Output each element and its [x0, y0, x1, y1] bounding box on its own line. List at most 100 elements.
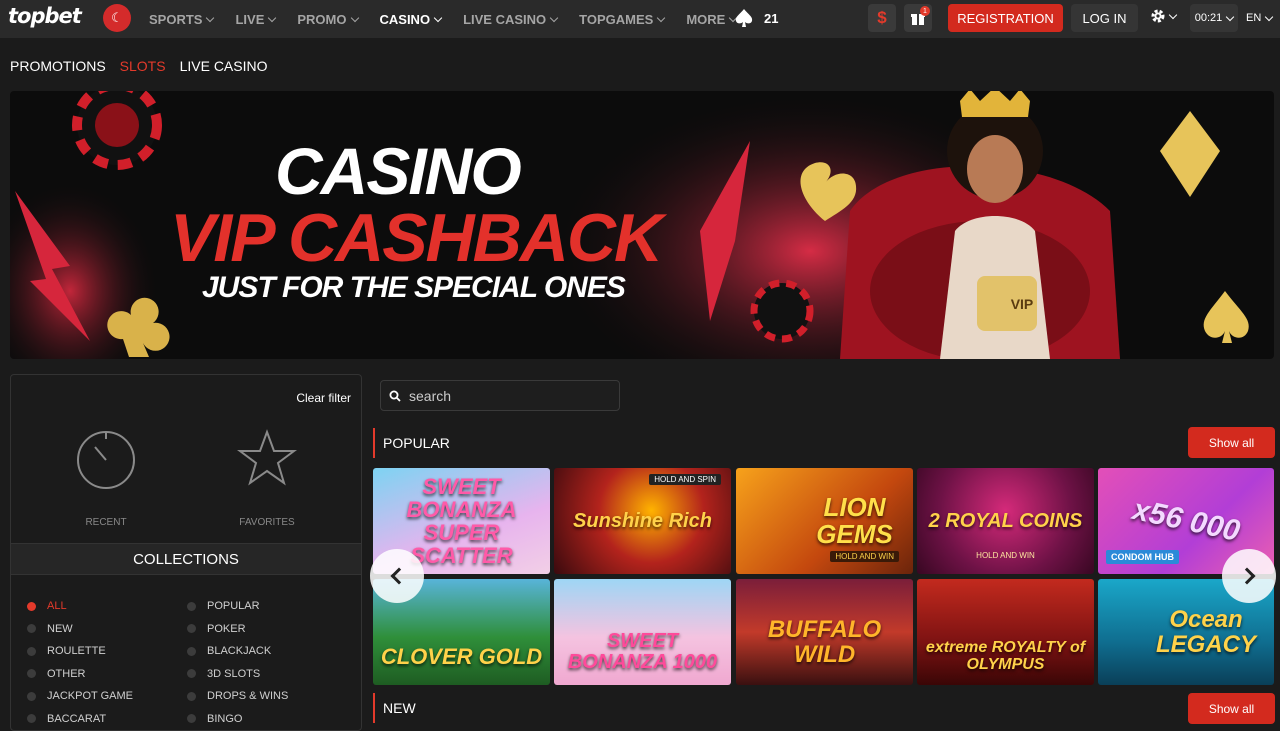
- login-button[interactable]: LOG IN: [1071, 4, 1138, 32]
- show-all-popular-button[interactable]: Show all: [1188, 427, 1275, 458]
- diamond-icon: [1160, 111, 1220, 197]
- chevron-down-icon: [1226, 12, 1235, 21]
- search-input[interactable]: search: [380, 380, 620, 411]
- collection-roulette[interactable]: ROULETTE: [27, 640, 133, 663]
- collection-label: NEW: [47, 622, 73, 635]
- subnav-live-casino[interactable]: LIVE CASINO: [180, 58, 268, 74]
- settings-menu[interactable]: [1150, 8, 1178, 24]
- chevron-left-icon: [390, 567, 408, 585]
- collection-poker[interactable]: POKER: [187, 618, 288, 641]
- gift-count-badge: 1: [920, 6, 930, 16]
- nav-sports[interactable]: SPORTS: [149, 12, 215, 27]
- subnav-promotions[interactable]: PROMOTIONS: [10, 58, 106, 74]
- collection-popular[interactable]: POPULAR: [187, 595, 288, 618]
- clock[interactable]: 00:21: [1190, 4, 1238, 32]
- collection-all[interactable]: ALL: [27, 595, 133, 618]
- language-selector[interactable]: EN: [1246, 4, 1274, 32]
- collections-heading: COLLECTIONS: [11, 543, 361, 575]
- radio-dot: [187, 601, 196, 611]
- game-tile[interactable]: extreme ROYALTY of OLYMPUS: [917, 579, 1094, 685]
- collection-other[interactable]: OTHER: [27, 663, 133, 686]
- nav-promo[interactable]: PROMO: [297, 11, 359, 27]
- recent-button[interactable]: [75, 429, 137, 496]
- collection-baccarat[interactable]: BACCARAT: [27, 708, 133, 731]
- radio-dot: [27, 669, 36, 679]
- collection-drops-wins[interactable]: DROPS & WINS: [187, 685, 288, 708]
- chevron-right-icon: [1238, 567, 1256, 585]
- game-title: x56 000: [1129, 493, 1243, 549]
- search-icon: [389, 390, 401, 402]
- promo-banner[interactable]: VIP CASINO VIP CASHBACK JUST FOR THE SPE…: [10, 91, 1274, 359]
- game-tile[interactable]: SWEET BONANZA 1000: [554, 579, 731, 685]
- collection-bingo[interactable]: BINGO: [187, 708, 288, 731]
- recent-label: RECENT: [85, 517, 127, 528]
- game-tile[interactable]: 2 ROYAL COINS HOLD AND WIN: [917, 468, 1094, 574]
- collection-new[interactable]: NEW: [27, 618, 133, 641]
- game-tile[interactable]: BUFFALO WILD: [736, 579, 913, 685]
- favorites-button[interactable]: [237, 429, 297, 494]
- game-title: BUFFALO WILD: [767, 615, 882, 668]
- nav-topgames[interactable]: TOPGAMES: [579, 11, 666, 27]
- carousel-prev-button[interactable]: [370, 549, 424, 603]
- game-tag: CONDOM HUB: [1106, 550, 1179, 564]
- star-icon: [237, 429, 297, 486]
- nav-live[interactable]: LIVE: [235, 11, 277, 27]
- spade-icon: [735, 9, 753, 27]
- nav-label: LIVE: [235, 11, 265, 27]
- collection-label: 3D SLOTS: [207, 667, 261, 680]
- collection-3d-slots[interactable]: 3D SLOTS: [187, 663, 288, 686]
- nav-more[interactable]: MORE: [686, 12, 738, 27]
- registration-button[interactable]: REGISTRATION: [948, 4, 1063, 32]
- nav-label: CASINO: [379, 11, 431, 27]
- collection-label: ROULETTE: [47, 645, 106, 658]
- nav-label: TOPGAMES: [579, 11, 654, 27]
- show-all-new-button[interactable]: Show all: [1188, 693, 1275, 724]
- banner-subtitle: JUST FOR THE SPECIAL ONES: [202, 271, 626, 304]
- main-nav: SPORTS LIVE PROMO CASINO LIVE CASINO TOP…: [149, 0, 758, 38]
- radio-dot: [187, 714, 196, 724]
- nav-casino[interactable]: CASINO: [379, 11, 443, 27]
- chevron-down-icon: [1168, 10, 1178, 19]
- chevron-down-icon: [350, 13, 359, 22]
- radio-dot: [187, 669, 196, 679]
- game-title: 2 ROYAL COINS: [928, 509, 1083, 532]
- game-title: extreme ROYALTY of OLYMPUS: [925, 639, 1086, 673]
- collection-label: BINGO: [207, 712, 243, 725]
- topbet-logo[interactable]: topbet: [8, 4, 82, 28]
- radio-dot: [27, 714, 36, 724]
- dice-text: VIP: [1011, 296, 1034, 312]
- game-title: CLOVER GOLD: [380, 644, 543, 670]
- subnav-slots[interactable]: SLOTS: [120, 58, 166, 74]
- section-title-new: NEW: [373, 693, 416, 723]
- poker-rooms-link[interactable]: 21: [734, 8, 778, 28]
- collection-label: DROPS & WINS: [207, 690, 289, 703]
- banner-title: CASINO: [275, 134, 522, 208]
- game-tag: HOLD AND SPIN: [649, 474, 721, 485]
- clear-filter-link[interactable]: Clear filter: [296, 391, 351, 405]
- game-title: Sunshine Rich: [573, 509, 712, 532]
- nav-live-casino[interactable]: LIVE CASINO: [463, 12, 559, 27]
- turkey-flag-icon[interactable]: ☾: [103, 4, 131, 32]
- game-tile[interactable]: HOLD AND SPIN Sunshine Rich: [554, 468, 731, 574]
- search-placeholder: search: [409, 387, 452, 404]
- chevron-down-icon: [549, 13, 559, 22]
- collection-label: BLACKJACK: [207, 645, 272, 658]
- gift-button[interactable]: 1: [904, 4, 932, 32]
- nav-label: PROMO: [297, 11, 347, 27]
- game-title: SWEET BONANZA 1000: [567, 630, 718, 673]
- collection-label: OTHER: [47, 667, 86, 680]
- collections-left: ALL NEW ROULETTE OTHER JACKPOT GAME BACC…: [27, 595, 133, 730]
- carousel-next-button[interactable]: [1222, 549, 1276, 603]
- deposit-button[interactable]: $: [868, 4, 896, 32]
- collection-blackjack[interactable]: BLACKJACK: [187, 640, 288, 663]
- collection-label: BACCARAT: [47, 712, 107, 725]
- collection-jackpot-game[interactable]: JACKPOT GAME: [27, 685, 133, 708]
- collection-label: ALL: [47, 600, 67, 613]
- chevron-down-icon: [1265, 12, 1274, 21]
- game-title: Ocean LEGACY: [1155, 605, 1256, 658]
- chevron-down-icon: [433, 13, 443, 22]
- collection-label: POKER: [207, 622, 246, 635]
- game-tile[interactable]: LION GEMS HOLD AND WIN: [736, 468, 913, 574]
- favorites-label: FAVORITES: [239, 517, 295, 528]
- section-title-popular: POPULAR: [373, 428, 450, 458]
